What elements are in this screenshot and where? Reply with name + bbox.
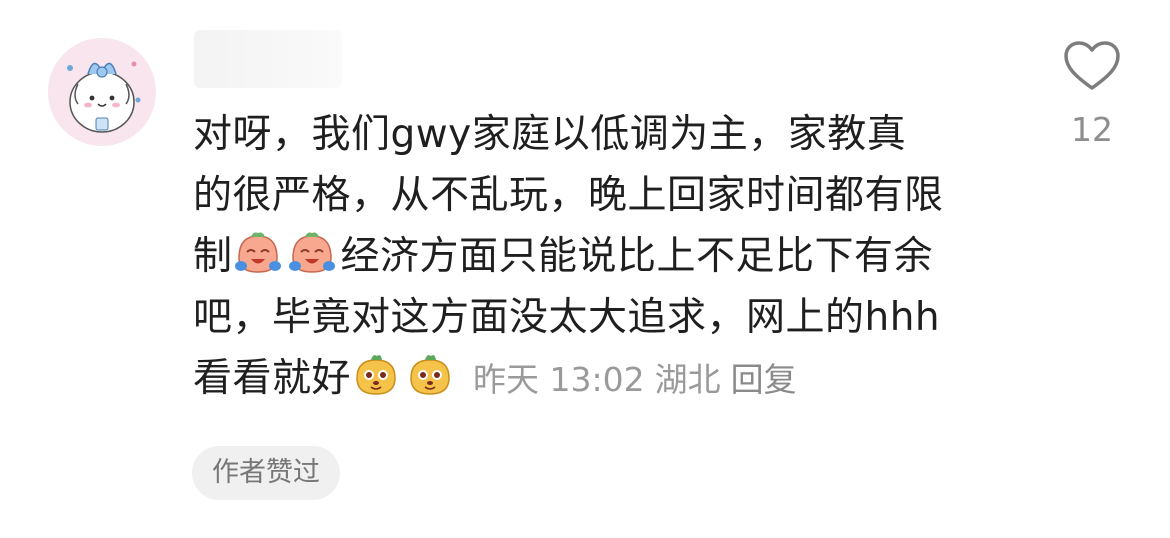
avatar[interactable] <box>48 38 156 146</box>
comment-location: 湖北 <box>654 360 721 399</box>
author-liked-badge: 作者赞过 <box>192 446 340 500</box>
comment-line-text: 经济方面只能说比上不足比下有余 <box>340 234 934 279</box>
like-button[interactable]: 12 <box>1058 40 1126 149</box>
like-count: 12 <box>1071 110 1113 149</box>
comment-meta: 昨天 13:02 湖北 回复 <box>473 360 807 399</box>
comment-line: 制 经济方面只能说比上不足比下有余 <box>193 226 1023 287</box>
laugh-cry-emoji <box>287 228 337 278</box>
dog-face-emoji <box>351 350 401 400</box>
comment-line: 的很严格，从不乱玩，晚上回家时间都有限 <box>193 173 944 218</box>
heart-outline-icon <box>1064 41 1120 90</box>
comment-line: 看看就好 昨天 13:02 湖北 回复 <box>193 348 1023 409</box>
comment-body: 对呀，我们gwy家庭以低调为主，家教真 的很严格，从不乱玩，晚上回家时间都有限 … <box>193 104 1023 409</box>
username-redacted[interactable] <box>194 30 342 88</box>
comment-time: 昨天 13:02 <box>473 360 645 399</box>
comment-line-text: 制 <box>193 234 233 279</box>
comment-line: 对呀，我们gwy家庭以低调为主，家教真 <box>193 112 907 157</box>
comment-line-text: 看看就好 <box>193 356 352 401</box>
avatar-illustration <box>48 38 156 146</box>
comment-line: 吧，毕竟对这方面没太大追求，网上的hhh <box>193 295 941 340</box>
dog-face-emoji <box>405 350 455 400</box>
reply-button[interactable]: 回复 <box>731 360 797 399</box>
laugh-cry-emoji <box>233 228 283 278</box>
